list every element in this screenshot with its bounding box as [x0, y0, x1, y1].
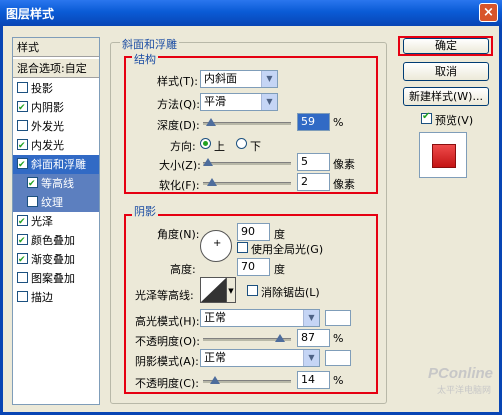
list-item-bevel-emboss[interactable]: 斜面和浮雕: [13, 155, 99, 175]
list-item-gradient-overlay[interactable]: 渐变叠加: [13, 250, 99, 270]
highlight-opacity-thumb[interactable]: [275, 334, 285, 342]
altitude-input[interactable]: 70: [237, 258, 270, 276]
anti-alias-label: 消除锯齿(L): [261, 286, 320, 299]
checkbox-icon[interactable]: [27, 196, 38, 207]
crosshair-icon: +: [213, 238, 222, 249]
checkbox-icon[interactable]: [17, 272, 28, 283]
bevel-emboss-title: 斜面和浮雕: [120, 36, 179, 52]
list-item-pattern-overlay[interactable]: 图案叠加: [13, 269, 99, 288]
checkbox-icon[interactable]: [17, 137, 28, 156]
blending-options-item[interactable]: 混合选项:自定: [13, 59, 99, 78]
direction-down-radio[interactable]: [236, 138, 247, 149]
list-item-stroke[interactable]: 描边: [13, 288, 99, 307]
soften-input[interactable]: 2: [297, 173, 330, 191]
chevron-down-icon: ▼: [303, 310, 319, 326]
checkbox-icon[interactable]: [17, 291, 28, 302]
contour-curve-icon: [201, 278, 226, 302]
shading-title: 阴影: [132, 203, 158, 219]
size-label: 大小(Z):: [159, 159, 201, 172]
preview-checkbox[interactable]: [421, 111, 432, 124]
checkbox-icon[interactable]: [27, 175, 38, 194]
style-list: 样式 混合选项:自定 投影 内阴影 外发光 内发光 斜面和浮雕 等高线 纹理 光…: [12, 37, 100, 405]
style-select[interactable]: 内斜面 ▼: [200, 70, 278, 88]
contour-dropdown-arrow-icon[interactable]: ▼: [227, 277, 236, 303]
depth-label: 深度(D):: [157, 119, 200, 132]
cancel-button[interactable]: 取消: [403, 62, 489, 81]
depth-unit: %: [333, 116, 344, 129]
list-item-contour[interactable]: 等高线: [13, 174, 99, 194]
list-item-inner-glow[interactable]: 内发光: [13, 136, 99, 156]
angle-label: 角度(N):: [157, 228, 200, 241]
ok-button[interactable]: 确定: [403, 38, 489, 54]
close-button[interactable]: ×: [479, 3, 498, 22]
direction-up-radio[interactable]: [200, 138, 211, 149]
list-item-inner-shadow[interactable]: 内阴影: [13, 98, 99, 118]
soften-label: 软化(F):: [159, 179, 200, 192]
checkbox-icon[interactable]: [17, 99, 28, 118]
preview-thumbnail: [419, 132, 467, 178]
shadow-mode-select[interactable]: 正常 ▼: [200, 349, 320, 367]
list-header: 样式: [13, 38, 99, 57]
checkbox-icon[interactable]: [17, 82, 28, 93]
shadow-opacity-input[interactable]: 14: [297, 371, 330, 389]
depth-slider[interactable]: [203, 122, 291, 125]
size-slider-thumb[interactable]: [203, 158, 213, 166]
shadow-mode-label: 阴影模式(A):: [135, 355, 199, 368]
shadow-opacity-unit: %: [333, 374, 344, 387]
highlight-opacity-label: 不透明度(O):: [135, 335, 200, 348]
preview-label: 预览(V): [435, 114, 474, 127]
angle-dial[interactable]: +: [200, 230, 232, 262]
technique-label: 方法(Q):: [157, 98, 200, 111]
chevron-down-icon: ▼: [261, 94, 277, 110]
highlight-color-swatch[interactable]: [325, 310, 351, 326]
depth-slider-thumb[interactable]: [206, 118, 216, 126]
angle-input[interactable]: 90: [237, 223, 270, 241]
structure-title: 结构: [132, 51, 158, 67]
list-item-outer-glow[interactable]: 外发光: [13, 117, 99, 136]
depth-input[interactable]: 59: [297, 113, 330, 131]
highlight-mode-label: 高光模式(H):: [135, 315, 200, 328]
watermark-brand: PConline: [428, 365, 494, 382]
technique-select[interactable]: 平滑 ▼: [200, 93, 278, 111]
shadow-color-swatch[interactable]: [325, 350, 351, 366]
size-input[interactable]: 5: [297, 153, 330, 171]
style-label: 样式(T):: [157, 75, 199, 88]
new-style-button[interactable]: 新建样式(W)...: [403, 87, 489, 106]
altitude-label: 高度:: [170, 263, 196, 276]
soften-slider-thumb[interactable]: [207, 178, 217, 186]
list-item-satin[interactable]: 光泽: [13, 212, 99, 232]
angle-unit: 度: [274, 228, 285, 241]
shadow-opacity-label: 不透明度(C):: [135, 377, 199, 390]
preview-swatch: [432, 144, 456, 168]
global-light-label: 使用全局光(G): [251, 243, 324, 256]
list-item-drop-shadow[interactable]: 投影: [13, 79, 99, 98]
direction-up-label: 上: [214, 140, 225, 153]
gloss-contour-label: 光泽等高线:: [135, 289, 194, 302]
chevron-down-icon: ▼: [261, 71, 277, 87]
window-title: 图层样式: [6, 7, 55, 21]
highlight-mode-select[interactable]: 正常 ▼: [200, 309, 320, 327]
size-slider[interactable]: [203, 162, 291, 165]
list-item-color-overlay[interactable]: 颜色叠加: [13, 231, 99, 251]
gloss-contour-swatch[interactable]: [200, 277, 227, 303]
watermark-sub: 太平洋电脑网: [437, 386, 492, 396]
direction-down-label: 下: [250, 140, 261, 153]
anti-alias-checkbox[interactable]: [247, 285, 258, 296]
altitude-unit: 度: [274, 263, 285, 276]
checkbox-icon[interactable]: [17, 213, 28, 232]
size-unit: 像素: [333, 158, 355, 171]
highlight-opacity-unit: %: [333, 332, 344, 345]
checkbox-icon[interactable]: [17, 251, 28, 270]
shadow-opacity-thumb[interactable]: [210, 376, 220, 384]
highlight-opacity-input[interactable]: 87: [297, 329, 330, 347]
checkbox-icon[interactable]: [17, 232, 28, 251]
checkbox-icon[interactable]: [17, 120, 28, 131]
direction-label: 方向:: [170, 140, 196, 153]
soften-unit: 像素: [333, 178, 355, 191]
checkbox-icon[interactable]: [17, 156, 28, 175]
global-light-checkbox[interactable]: [237, 242, 248, 253]
title-bar: 图层样式 ×: [0, 0, 502, 26]
list-item-texture[interactable]: 纹理: [13, 193, 99, 212]
chevron-down-icon: ▼: [303, 350, 319, 366]
